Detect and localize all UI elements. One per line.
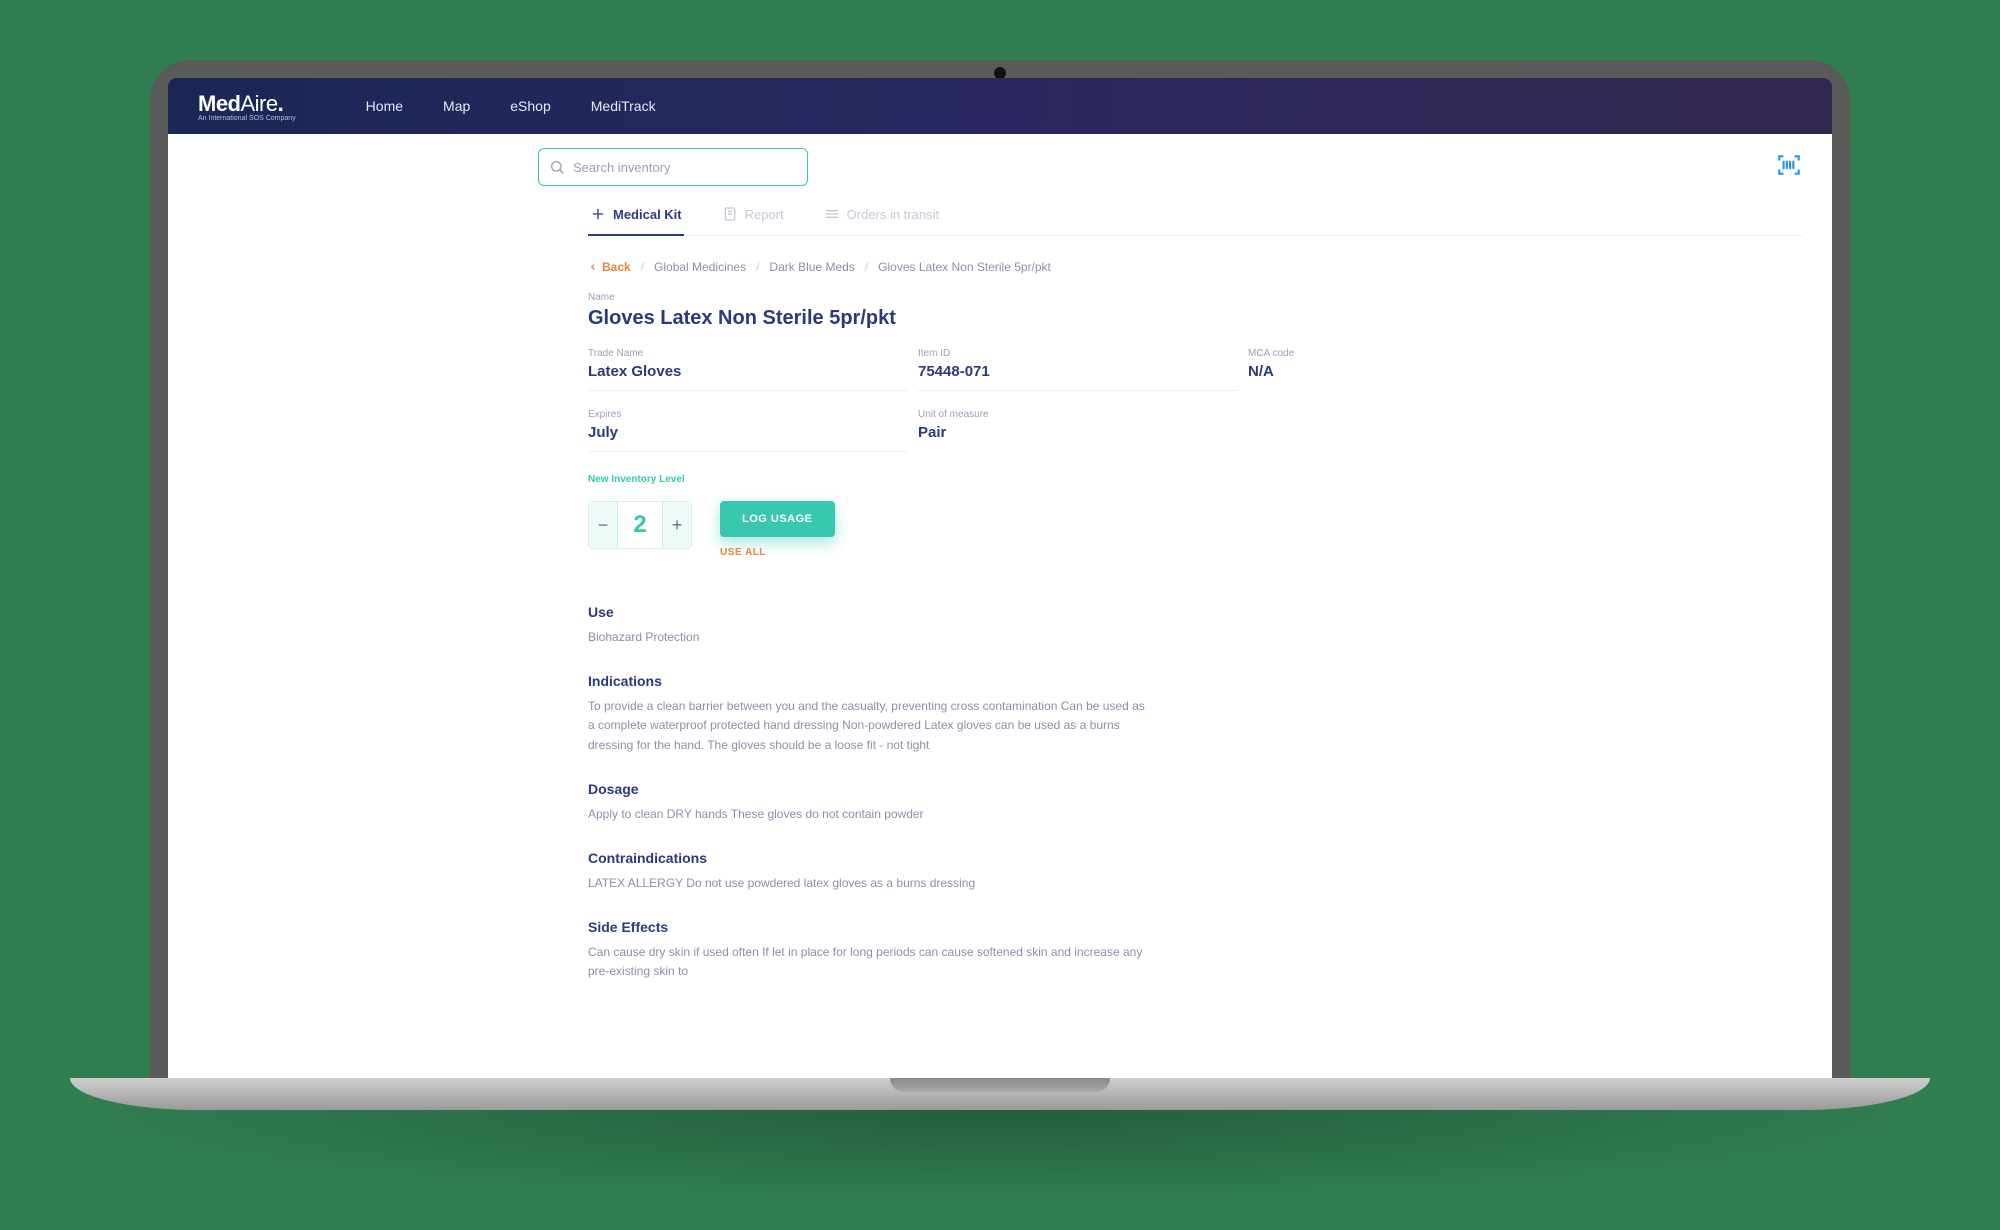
- laptop-base: [70, 1078, 1930, 1110]
- field-item-id: Item ID 75448-071: [918, 348, 1238, 391]
- dosage-title: Dosage: [588, 781, 1148, 797]
- brand-logo[interactable]: MedAire. An International SOS Company: [198, 91, 296, 122]
- info-sections: Use Biohazard Protection Indications To …: [588, 604, 1148, 982]
- trade-name-value: Latex Gloves: [588, 363, 908, 391]
- crumb-current: Gloves Latex Non Sterile 5pr/pkt: [878, 260, 1051, 274]
- toolbar-row: [168, 134, 1832, 186]
- use-all-link[interactable]: USE ALL: [720, 547, 766, 558]
- uom-label: Unit of measure: [918, 409, 1238, 420]
- log-column: LOG USAGE USE ALL: [720, 501, 835, 558]
- brand-name: MedAire.: [198, 91, 296, 117]
- crumb-global-medicines[interactable]: Global Medicines: [654, 260, 746, 274]
- side-effects-body: Can cause dry skin if used often If let …: [588, 943, 1148, 981]
- nav-eshop[interactable]: eShop: [510, 98, 550, 114]
- back-link[interactable]: Back: [588, 260, 631, 274]
- use-body: Biohazard Protection: [588, 628, 1148, 647]
- search-icon: [549, 159, 565, 175]
- mca-value: N/A: [1248, 363, 1568, 390]
- tab-orders-in-transit[interactable]: Orders in transit: [822, 196, 941, 236]
- tab-label: Medical Kit: [613, 207, 682, 222]
- nav-home[interactable]: Home: [366, 98, 403, 114]
- tab-label: Orders in transit: [847, 207, 939, 222]
- crumb-dark-blue-meds[interactable]: Dark Blue Meds: [769, 260, 854, 274]
- tab-report[interactable]: Report: [720, 196, 786, 236]
- quantity-value: 2: [618, 501, 662, 549]
- item-id-label: Item ID: [918, 348, 1238, 359]
- brand-name-bold: Med: [198, 91, 241, 116]
- uom-value: Pair: [918, 424, 1238, 451]
- tab-medical-kit[interactable]: Medical Kit: [588, 196, 684, 236]
- section-contraindications: Contraindications LATEX ALLERGY Do not u…: [588, 850, 1148, 893]
- trade-name-label: Trade Name: [588, 348, 908, 359]
- nav-meditrack[interactable]: MediTrack: [591, 98, 656, 114]
- contraindications-title: Contraindications: [588, 850, 1148, 866]
- app-header: MedAire. An International SOS Company Ho…: [168, 78, 1832, 134]
- crumb-sep: /: [865, 260, 868, 274]
- barcode-scan-icon[interactable]: [1776, 152, 1802, 183]
- orders-icon: [824, 206, 840, 222]
- crumb-sep: /: [641, 260, 644, 274]
- breadcrumb: Back / Global Medicines / Dark Blue Meds…: [588, 260, 1802, 274]
- field-trade-name: Trade Name Latex Gloves: [588, 348, 908, 391]
- item-id-value: 75448-071: [918, 363, 1238, 391]
- brand-subtitle: An International SOS Company: [198, 115, 296, 122]
- indications-title: Indications: [588, 673, 1148, 689]
- use-title: Use: [588, 604, 1148, 620]
- laptop-bezel: MedAire. An International SOS Company Ho…: [150, 60, 1850, 1078]
- app-root: MedAire. An International SOS Company Ho…: [168, 78, 1832, 1078]
- crumb-sep: /: [756, 260, 759, 274]
- expires-value: July: [588, 424, 908, 452]
- field-expires: Expires July: [588, 409, 908, 452]
- laptop-screen: MedAire. An International SOS Company Ho…: [168, 78, 1832, 1078]
- tabs: Medical Kit Report Orders in transit: [588, 196, 1802, 236]
- laptop-mockup: MedAire. An International SOS Company Ho…: [150, 60, 1850, 1200]
- report-icon: [722, 206, 738, 222]
- laptop-hinge-notch: [890, 1078, 1110, 1092]
- indications-body: To provide a clean barrier between you a…: [588, 697, 1148, 755]
- section-dosage: Dosage Apply to clean DRY hands These gl…: [588, 781, 1148, 824]
- back-label: Back: [602, 260, 631, 274]
- nav-map[interactable]: Map: [443, 98, 470, 114]
- section-use: Use Biohazard Protection: [588, 604, 1148, 647]
- chevron-left-icon: [588, 262, 598, 272]
- field-mca: MCA code N/A: [1248, 348, 1568, 391]
- name-label: Name: [588, 292, 1802, 303]
- side-effects-title: Side Effects: [588, 919, 1148, 935]
- main-content: Medical Kit Report Orders in transit: [168, 186, 1832, 982]
- page-title: Gloves Latex Non Sterile 5pr/pkt: [588, 307, 1802, 330]
- contraindications-body: LATEX ALLERGY Do not use powdered latex …: [588, 874, 1148, 893]
- brand-name-light: Aire: [241, 91, 278, 116]
- laptop-shadow: [70, 1110, 1930, 1200]
- quantity-stepper: − 2 +: [588, 501, 692, 549]
- field-uom: Unit of measure Pair: [918, 409, 1238, 452]
- mca-label: MCA code: [1248, 348, 1568, 359]
- item-details-grid: Trade Name Latex Gloves Item ID 75448-07…: [588, 348, 1802, 452]
- app-body: Medical Kit Report Orders in transit: [168, 134, 1832, 1078]
- section-indications: Indications To provide a clean barrier b…: [588, 673, 1148, 755]
- main-nav: Home Map eShop MediTrack: [366, 98, 656, 114]
- medical-kit-icon: [590, 206, 606, 222]
- section-side-effects: Side Effects Can cause dry skin if used …: [588, 919, 1148, 981]
- decrement-button[interactable]: −: [588, 501, 618, 549]
- dosage-body: Apply to clean DRY hands These gloves do…: [588, 805, 1148, 824]
- increment-button[interactable]: +: [662, 501, 692, 549]
- expires-label: Expires: [588, 409, 908, 420]
- search-input[interactable]: [573, 160, 797, 175]
- tab-label: Report: [745, 207, 784, 222]
- search-box[interactable]: [538, 148, 808, 186]
- log-usage-button[interactable]: LOG USAGE: [720, 501, 835, 537]
- inventory-row: − 2 + LOG USAGE USE ALL: [588, 501, 1802, 558]
- inventory-level-label: New Inventory Level: [588, 474, 1802, 485]
